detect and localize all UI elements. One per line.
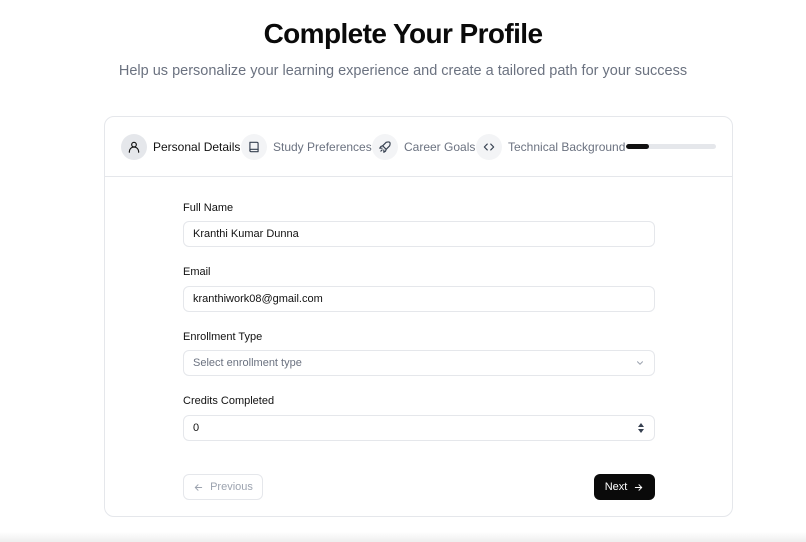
step-label: Study Preferences xyxy=(273,139,372,154)
step-career-goals[interactable]: Career Goals xyxy=(372,133,475,160)
next-button[interactable]: Next xyxy=(594,474,655,500)
rocket-icon xyxy=(372,133,398,160)
credits-completed-label: Credits Completed xyxy=(183,395,275,407)
progress-fill xyxy=(626,144,649,149)
credits-completed-stepper[interactable]: 0 xyxy=(183,415,655,441)
arrow-left-icon xyxy=(193,482,204,493)
enrollment-type-select[interactable]: Select enrollment type xyxy=(183,350,655,376)
full-name-value: Kranthi Kumar Dunna xyxy=(193,228,299,240)
step-label: Career Goals xyxy=(404,139,476,154)
enrollment-type-placeholder: Select enrollment type xyxy=(193,357,302,369)
step-study-preferences[interactable]: Study Preferences xyxy=(241,133,372,160)
email-label: Email xyxy=(183,266,211,278)
next-label: Next xyxy=(604,481,628,493)
enrollment-type-label: Enrollment Type xyxy=(183,331,263,343)
step-personal-details[interactable]: Personal Details xyxy=(121,133,240,160)
step-label: Personal Details xyxy=(153,139,241,154)
credits-completed-value: 0 xyxy=(193,422,200,434)
chevron-down-icon xyxy=(635,358,645,368)
book-icon xyxy=(241,133,267,160)
step-technical-background[interactable]: Technical Background xyxy=(476,133,625,160)
email-field[interactable]: kranthiwork08@gmail.com xyxy=(183,286,655,312)
arrow-right-icon xyxy=(633,482,644,493)
bottom-edge xyxy=(0,532,806,542)
profile-form-card: Personal Details Study Preferences Caree… xyxy=(104,116,733,517)
full-name-field[interactable]: Kranthi Kumar Dunna xyxy=(183,221,655,247)
stepper: Personal Details Study Preferences Caree… xyxy=(105,117,732,177)
progress-bar xyxy=(626,144,716,149)
page-title: Complete Your Profile xyxy=(263,18,543,49)
user-icon xyxy=(121,133,147,160)
page-subtitle: Help us personalize your learning experi… xyxy=(118,63,688,79)
code-icon xyxy=(476,133,502,160)
step-label: Technical Background xyxy=(508,139,626,154)
spinner-arrows-icon[interactable] xyxy=(637,422,645,434)
email-value: kranthiwork08@gmail.com xyxy=(193,293,323,305)
full-name-label: Full Name xyxy=(183,202,234,214)
previous-label: Previous xyxy=(210,481,253,493)
previous-button[interactable]: Previous xyxy=(183,474,263,500)
